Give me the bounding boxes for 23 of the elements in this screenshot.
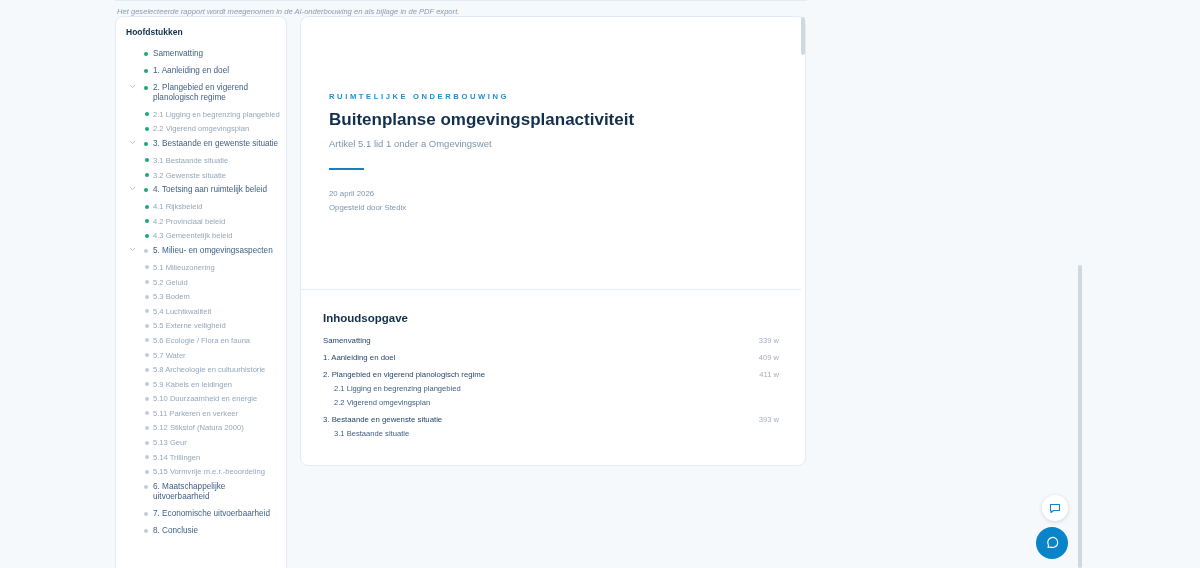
chevron-icon[interactable] [128, 186, 136, 192]
chat-button[interactable] [1036, 527, 1068, 559]
document-title: Buitenplanse omgevingsplanactiviteit [329, 110, 636, 130]
chapter-link[interactable]: 8. Conclusie [153, 526, 199, 537]
chevron-icon[interactable] [128, 140, 136, 146]
chapter-link[interactable]: 5. Milieu- en omgevingsaspecten [153, 246, 273, 257]
message-icon [1049, 502, 1061, 514]
scrollbar-thumb[interactable] [801, 17, 805, 55]
chat-bubble-icon [1045, 536, 1059, 550]
document-subtitle: Artikel 5.1 lid 1 onder a Omgevingswet [329, 138, 493, 149]
chapter-link[interactable]: 1. Aanleiding en doel [153, 66, 230, 76]
chapter-link[interactable]: Samenvatting [153, 49, 204, 59]
feedback-button[interactable] [1042, 495, 1068, 521]
chapter-link[interactable]: 6. Maatschappelijke uitvoerbaarheid [153, 482, 280, 503]
toc-title: Inhoudsopgave [323, 312, 409, 324]
chevron-icon[interactable] [128, 84, 136, 89]
sidebar-title: Hoofdstukken [126, 27, 184, 37]
scrollbar-thumb[interactable] [1078, 265, 1082, 568]
chapter-link[interactable]: 4. Toetsing aan ruimtelijk beleid [153, 185, 268, 196]
chapter-link[interactable]: 7. Economische uitvoerbaarheid [153, 509, 270, 520]
chevron-icon[interactable] [128, 247, 136, 253]
chapter-link[interactable]: 3. Bestaande en gewenste situatie [153, 139, 279, 150]
chapter-link[interactable]: 2. Plangebied en vigerend planologisch regime [153, 83, 280, 103]
